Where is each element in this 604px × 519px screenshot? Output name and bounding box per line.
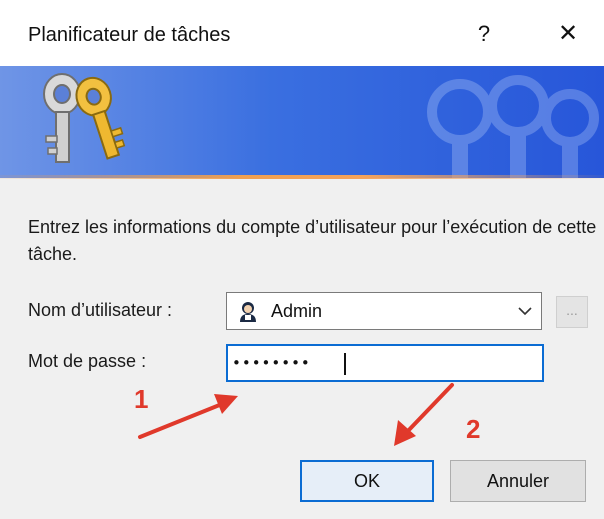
user-avatar-icon xyxy=(240,302,256,322)
browse-user-button[interactable]: ... xyxy=(556,296,588,328)
text-caret xyxy=(344,353,346,375)
keys-watermark-icon xyxy=(427,75,599,178)
instruction-text: Entrez les informations du compte d’util… xyxy=(28,217,597,264)
password-field[interactable] xyxy=(226,344,544,382)
ok-button[interactable]: OK xyxy=(300,460,434,502)
step-2-label: 2 xyxy=(466,414,481,444)
title-bar: Planificateur de tâches ? ✕ xyxy=(0,0,604,66)
help-button[interactable]: ? xyxy=(464,14,504,54)
cancel-button[interactable]: Annuler xyxy=(450,460,586,502)
chevron-down-icon[interactable] xyxy=(517,304,533,318)
username-combobox[interactable]: Admin xyxy=(226,292,542,330)
task-scheduler-dialog: Planificateur de tâches ? ✕ Entrez les i… xyxy=(0,0,604,519)
banner-divider xyxy=(0,175,604,179)
password-label: Mot de passe : xyxy=(28,351,147,371)
username-label: Nom d’utilisateur : xyxy=(28,300,173,320)
close-button[interactable]: ✕ xyxy=(548,14,588,54)
username-value: Admin xyxy=(271,301,323,321)
step-1-label: 1 xyxy=(134,384,149,414)
window-title: Planificateur de tâches xyxy=(28,24,231,46)
keys-icon xyxy=(43,73,126,163)
